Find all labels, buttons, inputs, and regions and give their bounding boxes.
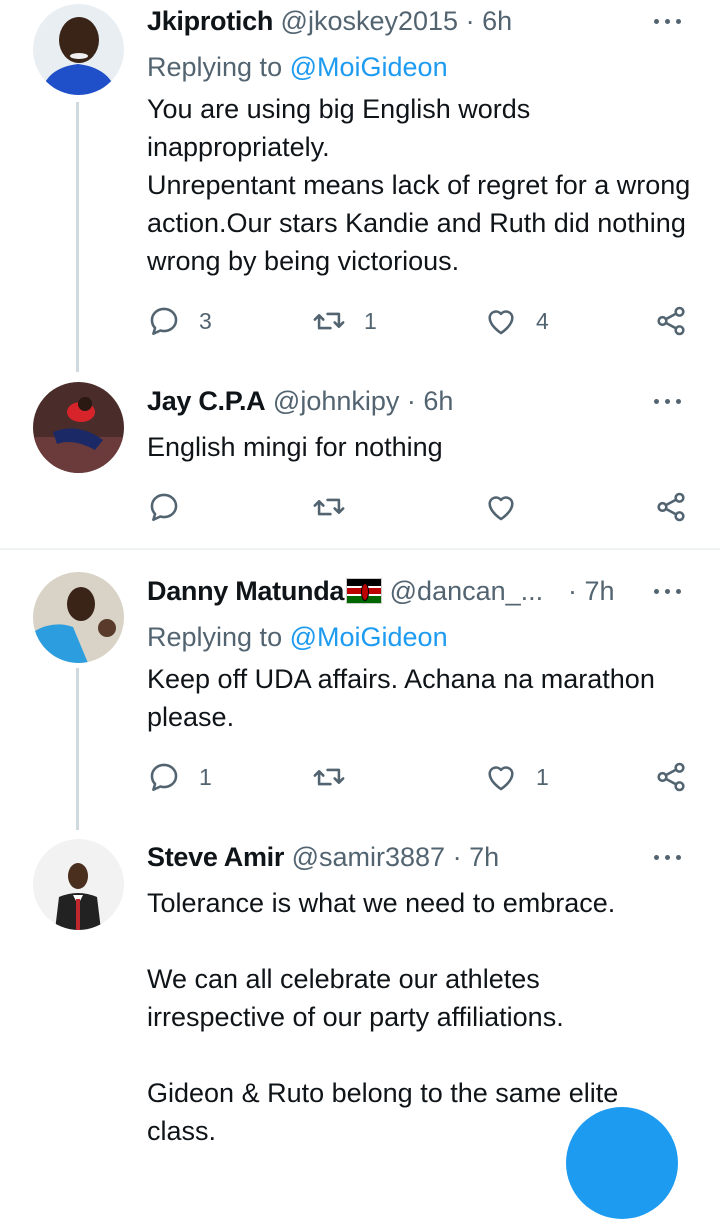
tweet-steve-amir[interactable]: Steve Amir @samir3887 · 7h Tolerance is … bbox=[0, 830, 720, 1146]
more-options-icon[interactable] bbox=[654, 4, 684, 38]
reply-count: 1 bbox=[199, 763, 212, 790]
retweet-icon bbox=[313, 768, 345, 786]
more-options-icon[interactable] bbox=[654, 574, 684, 608]
retweet-button[interactable] bbox=[312, 487, 364, 527]
replying-to: Replying to @MoiGideon bbox=[147, 50, 448, 84]
avatar[interactable] bbox=[33, 4, 124, 95]
reply-count: 3 bbox=[199, 307, 212, 334]
reply-icon bbox=[150, 307, 178, 336]
like-button[interactable]: 1 bbox=[484, 757, 549, 797]
tweet-text: English mingi for nothing bbox=[147, 432, 443, 462]
share-icon bbox=[657, 492, 685, 522]
reply-button[interactable]: 1 bbox=[147, 757, 212, 797]
tweet-time[interactable]: · 6h bbox=[466, 6, 513, 36]
tweet-header: Jay C.P.A @johnkipy · 6h bbox=[147, 384, 720, 418]
retweet-button[interactable]: 1 bbox=[312, 301, 377, 341]
tweet-header: Steve Amir @samir3887 · 7h bbox=[147, 840, 720, 874]
author-name[interactable]: Jkiprotich bbox=[147, 6, 273, 36]
avatar[interactable] bbox=[33, 839, 124, 930]
reply-button[interactable] bbox=[147, 487, 199, 527]
retweet-icon bbox=[313, 498, 345, 516]
thread-line bbox=[76, 668, 79, 830]
share-icon bbox=[657, 762, 685, 792]
heart-icon bbox=[488, 766, 514, 791]
avatar[interactable] bbox=[33, 572, 124, 663]
replying-prefix: Replying to bbox=[147, 52, 283, 82]
replying-prefix: Replying to bbox=[147, 622, 283, 652]
like-count: 4 bbox=[536, 307, 549, 334]
share-icon bbox=[657, 306, 685, 336]
author-handle[interactable]: @jkoskey2015 bbox=[281, 6, 459, 36]
author-name[interactable]: Steve Amir bbox=[147, 842, 284, 872]
heart-icon bbox=[488, 310, 514, 335]
tweet-time[interactable]: · 6h bbox=[407, 386, 454, 416]
retweet-count: 1 bbox=[364, 307, 377, 334]
tweet-actions: 3 1 4 bbox=[147, 301, 707, 341]
tweet-jkiprotich[interactable]: Jkiprotich @jkoskey2015 · 6h Replying to… bbox=[0, 0, 720, 372]
more-options-icon[interactable] bbox=[654, 384, 684, 418]
tweet-actions bbox=[147, 487, 707, 527]
tweet-time[interactable]: · 7h bbox=[453, 842, 500, 872]
share-button[interactable] bbox=[654, 487, 688, 527]
author-handle[interactable]: @samir3887 bbox=[292, 842, 445, 872]
reply-icon bbox=[150, 763, 178, 792]
retweet-button[interactable] bbox=[312, 757, 364, 797]
author-name[interactable]: Jay C.P.A bbox=[147, 386, 266, 416]
tweet-time[interactable]: · 7h bbox=[568, 574, 615, 608]
author-handle[interactable]: @johnkipy bbox=[273, 386, 399, 416]
like-count: 1 bbox=[536, 763, 549, 790]
more-options-icon[interactable] bbox=[654, 840, 684, 874]
share-button[interactable] bbox=[654, 757, 688, 797]
thread-line bbox=[76, 102, 79, 372]
author-name[interactable]: Danny Matunda bbox=[147, 576, 344, 606]
tweet-header: Danny Matunda @dancan_... · 7h bbox=[147, 574, 720, 608]
mention-link[interactable]: @MoiGideon bbox=[290, 622, 448, 652]
tweet-actions: 1 1 bbox=[147, 757, 707, 797]
share-button[interactable] bbox=[654, 301, 688, 341]
replying-to: Replying to @MoiGideon bbox=[147, 620, 448, 654]
reply-icon bbox=[150, 493, 178, 522]
like-button[interactable]: 4 bbox=[484, 301, 549, 341]
tweet-text: Keep off UDA affairs. Achana na marathon… bbox=[147, 664, 663, 732]
mention-link[interactable]: @MoiGideon bbox=[290, 52, 448, 82]
heart-icon bbox=[488, 496, 514, 521]
reply-button[interactable]: 3 bbox=[147, 301, 212, 341]
tweet-text: You are using big English words inapprop… bbox=[147, 94, 691, 276]
like-button[interactable] bbox=[484, 487, 536, 527]
tweet-header: Jkiprotich @jkoskey2015 · 6h bbox=[147, 4, 720, 38]
compose-fab[interactable] bbox=[566, 1107, 678, 1219]
avatar[interactable] bbox=[33, 382, 124, 473]
kenya-flag-icon bbox=[346, 578, 383, 604]
retweet-icon bbox=[313, 312, 345, 330]
tweet-jay-cpa[interactable]: Jay C.P.A @johnkipy · 6h English mingi f… bbox=[0, 372, 720, 548]
tweet-danny-matunda[interactable]: Danny Matunda @dancan_... · 7h Replying … bbox=[0, 550, 720, 830]
author-handle[interactable]: @dancan_... bbox=[390, 576, 544, 606]
tweet-text: Tolerance is what we need to embrace. We… bbox=[147, 888, 619, 1146]
